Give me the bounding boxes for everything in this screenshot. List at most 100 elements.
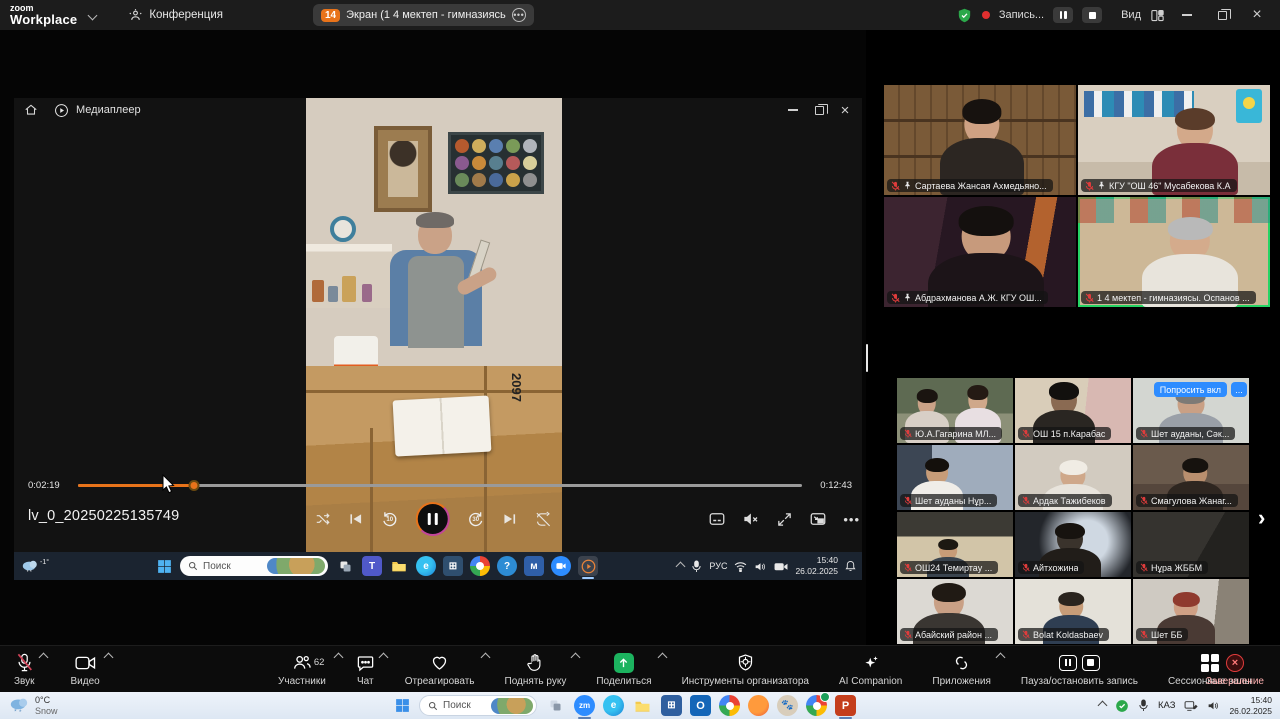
end-meeting-button[interactable]: × Завершение <box>1206 646 1264 693</box>
tray-expand-icon[interactable] <box>1097 701 1107 711</box>
player-close-button[interactable]: × <box>832 101 858 119</box>
subtitles-icon[interactable] <box>708 510 726 528</box>
tray-mic-icon[interactable] <box>1138 699 1149 712</box>
participant-tile[interactable]: Шет ауданы Нұр... <box>897 445 1013 510</box>
participant-tile[interactable]: ОШ24 Темиртау ... <box>897 512 1013 577</box>
fullscreen-icon[interactable] <box>776 511 793 528</box>
camera-tray-icon[interactable] <box>774 561 788 572</box>
pet-app-icon[interactable]: 🐾 <box>777 695 798 716</box>
close-button[interactable]: × <box>1244 6 1270 24</box>
raise-hand-button[interactable]: Поднять руку <box>505 646 567 693</box>
zoom-app-icon[interactable]: zm <box>574 695 595 716</box>
tray-speaker-icon[interactable] <box>1207 700 1220 711</box>
media-player-taskbar-icon[interactable] <box>578 556 598 576</box>
record-controls-button[interactable]: Пауза/остановить запись <box>1021 646 1138 693</box>
chrome-icon[interactable] <box>719 695 740 716</box>
participant-tile[interactable]: Попросить вкл ... Шет ауданы, Сәк... <box>1133 378 1249 443</box>
forward-30-icon[interactable]: 30 <box>467 510 485 528</box>
task-view-icon[interactable] <box>545 695 566 716</box>
rewind-10-icon[interactable]: 10 <box>381 510 399 528</box>
previous-icon[interactable] <box>348 511 364 527</box>
start-button-icon[interactable] <box>394 697 411 714</box>
wifi-icon[interactable] <box>734 561 747 572</box>
pause-button[interactable] <box>416 502 450 536</box>
chevron-down-icon[interactable] <box>88 10 98 20</box>
tab-meeting[interactable]: Конференция <box>128 8 223 23</box>
participant-tile[interactable]: Смагулова Жанаг... <box>1133 445 1249 510</box>
video-button[interactable]: Видео <box>71 646 100 693</box>
start-button-icon[interactable] <box>156 558 173 575</box>
language-indicator[interactable]: КАЗ <box>1158 700 1176 711</box>
participant-tile[interactable]: Абайский район ... <box>897 579 1013 644</box>
shared-mic-icon[interactable] <box>691 560 702 573</box>
store-icon[interactable]: ⊞ <box>443 556 463 576</box>
security-shield-icon[interactable] <box>956 7 973 24</box>
more-options-icon[interactable]: ••• <box>843 512 860 527</box>
tab-screen-share[interactable]: 14 Экран (1 4 мектеп - гимназиясь ••• <box>313 4 534 26</box>
firefox-icon[interactable] <box>748 695 769 716</box>
weather-widget[interactable]: ** 0°CSnow <box>8 695 58 716</box>
next-icon[interactable] <box>502 511 518 527</box>
edu-app-icon[interactable]: м <box>524 556 544 576</box>
zoom-app-icon[interactable] <box>551 556 571 576</box>
chrome-profile-icon[interactable] <box>806 695 827 716</box>
mini-player-icon[interactable] <box>809 510 827 528</box>
seek-bar[interactable] <box>78 484 802 487</box>
participant-tile[interactable]: Ардак Тажибеков <box>1015 445 1131 510</box>
home-icon[interactable] <box>24 103 38 117</box>
taskbar-search-box[interactable]: Поиск <box>419 695 537 716</box>
shuffle-icon[interactable] <box>315 511 331 527</box>
chrome-icon[interactable] <box>470 556 490 576</box>
shared-clock[interactable]: 15:4026.02.2025 <box>795 555 838 576</box>
next-page-chevron[interactable]: › <box>1258 505 1265 531</box>
help-app-icon[interactable]: ? <box>497 556 517 576</box>
gallery-scrollbar[interactable] <box>866 344 868 372</box>
view-layout-icon[interactable] <box>1150 8 1165 23</box>
participant-tile[interactable]: ОШ 15 п.Карабас <box>1015 378 1131 443</box>
edge-icon[interactable]: e <box>603 695 624 716</box>
ai-companion-button[interactable]: AI Companion <box>839 646 902 693</box>
file-explorer-icon[interactable] <box>632 695 653 716</box>
ask-to-unmute-button[interactable]: Попросить вкл <box>1154 382 1227 397</box>
participant-tile[interactable]: Ю.А.Гагарина МЛ... <box>897 378 1013 443</box>
participant-tile[interactable]: Сартаева Жансая Ахмедьяно... <box>884 85 1076 195</box>
powerpoint-icon[interactable]: P <box>835 695 856 716</box>
file-explorer-icon[interactable] <box>389 556 409 576</box>
participant-tile[interactable]: Айтхожина <box>1015 512 1131 577</box>
repeat-off-icon[interactable] <box>535 511 552 528</box>
participant-tile[interactable]: КГУ "ОШ 46" Мусабекова К.А <box>1078 85 1270 195</box>
participant-tile[interactable]: Шет ББ <box>1133 579 1249 644</box>
volume-muted-icon[interactable] <box>742 510 760 528</box>
chat-button[interactable]: Чат <box>356 646 375 693</box>
edge-icon[interactable]: e <box>416 556 436 576</box>
restore-button[interactable] <box>1209 6 1235 24</box>
outlook-icon[interactable]: O <box>690 695 711 716</box>
participant-tile[interactable]: Абдрахманова А.Ж. КГУ ОШ... <box>884 197 1076 307</box>
seek-handle[interactable] <box>188 480 199 491</box>
teams-icon[interactable]: T <box>362 556 382 576</box>
stop-recording-button[interactable] <box>1082 7 1102 23</box>
audio-button[interactable]: Звук <box>14 646 35 693</box>
participant-tile[interactable]: Bolat Koldasbaev <box>1015 579 1131 644</box>
participant-tile-active-speaker[interactable]: 1 4 мектеп - гимназиясы. Оспанов ... <box>1078 197 1270 307</box>
shared-tray-expand-icon[interactable] <box>676 561 686 571</box>
react-button[interactable]: Отреагировать <box>405 646 475 693</box>
shared-search-box[interactable]: Поиск <box>180 556 328 576</box>
player-minimize-button[interactable] <box>780 101 806 119</box>
minimize-button[interactable] <box>1174 6 1200 24</box>
player-restore-button[interactable] <box>806 101 832 119</box>
participants-button[interactable]: 62 Участники <box>278 646 326 693</box>
speaker-icon[interactable] <box>754 561 767 572</box>
task-view-icon[interactable] <box>335 556 355 576</box>
share-button[interactable]: Поделиться <box>596 646 651 693</box>
apps-button[interactable]: Приложения <box>932 646 991 693</box>
display-pen-icon[interactable] <box>1184 700 1198 712</box>
shared-language-indicator[interactable]: РУС <box>709 561 727 571</box>
notification-bell-icon[interactable] <box>845 560 856 572</box>
participant-tile[interactable]: Нұра ЖББМ <box>1133 512 1249 577</box>
shared-weather-widget[interactable]: * * -1° <box>20 558 49 574</box>
pause-recording-button[interactable] <box>1053 7 1073 23</box>
tile-more-button[interactable]: ... <box>1231 382 1247 397</box>
tab-options-icon[interactable]: ••• <box>512 8 526 22</box>
host-tools-button[interactable]: Инструменты организатора <box>682 646 809 693</box>
